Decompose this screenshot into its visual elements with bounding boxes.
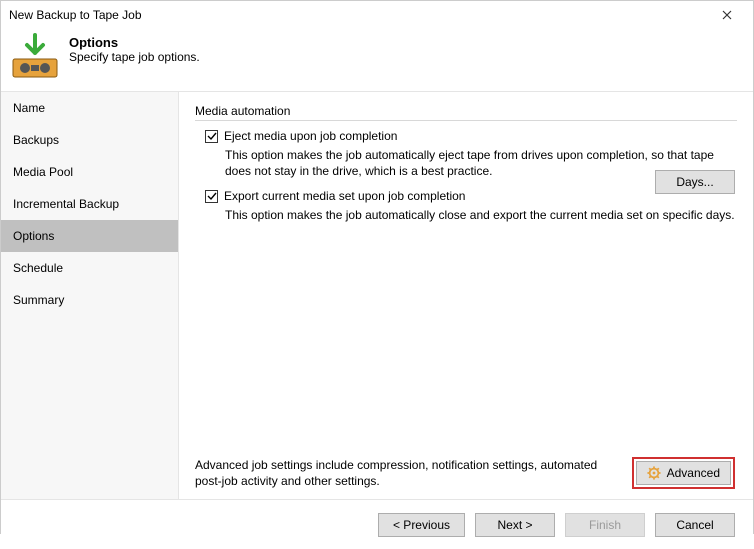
sidebar-item-summary[interactable]: Summary xyxy=(1,284,178,316)
advanced-button-label: Advanced xyxy=(667,466,720,480)
eject-media-checkbox[interactable] xyxy=(205,130,218,143)
tape-drive-icon xyxy=(11,33,59,81)
close-icon xyxy=(722,10,732,20)
sidebar-item-name[interactable]: Name xyxy=(1,92,178,124)
titlebar: New Backup to Tape Job xyxy=(1,1,753,29)
check-icon xyxy=(207,191,217,201)
advanced-description: Advanced job settings include compressio… xyxy=(195,457,620,489)
eject-media-label: Eject media upon job completion xyxy=(224,129,397,143)
page-subtitle: Specify tape job options. xyxy=(69,50,200,64)
advanced-button-highlight: Advanced xyxy=(632,457,735,489)
export-media-checkbox[interactable] xyxy=(205,190,218,203)
export-media-description: This option makes the job automatically … xyxy=(225,207,735,223)
finish-button: Finish xyxy=(565,513,645,537)
divider xyxy=(195,120,737,121)
advanced-button[interactable]: Advanced xyxy=(636,461,731,485)
window-title: New Backup to Tape Job xyxy=(9,8,707,22)
check-icon xyxy=(207,131,217,141)
wizard-body: Name Backups Media Pool Incremental Back… xyxy=(1,91,753,499)
page-title: Options xyxy=(69,35,200,50)
wizard-footer: < Previous Next > Finish Cancel xyxy=(1,499,753,549)
wizard-steps-sidebar: Name Backups Media Pool Incremental Back… xyxy=(1,92,179,499)
sidebar-item-schedule[interactable]: Schedule xyxy=(1,252,178,284)
previous-button[interactable]: < Previous xyxy=(378,513,465,537)
sidebar-item-media-pool[interactable]: Media Pool xyxy=(1,156,178,188)
sidebar-item-options[interactable]: Options xyxy=(1,220,178,252)
group-media-automation-label: Media automation xyxy=(195,104,737,118)
days-button[interactable]: Days... xyxy=(655,170,735,194)
next-button[interactable]: Next > xyxy=(475,513,555,537)
sidebar-item-incremental-backup[interactable]: Incremental Backup xyxy=(1,188,178,220)
cancel-button[interactable]: Cancel xyxy=(655,513,735,537)
close-button[interactable] xyxy=(707,2,747,28)
sidebar-item-backups[interactable]: Backups xyxy=(1,124,178,156)
gear-icon xyxy=(647,466,661,480)
content-panel: Media automation Eject media upon job co… xyxy=(179,92,753,499)
wizard-header: Options Specify tape job options. xyxy=(1,29,753,91)
export-media-label: Export current media set upon job comple… xyxy=(224,189,465,203)
